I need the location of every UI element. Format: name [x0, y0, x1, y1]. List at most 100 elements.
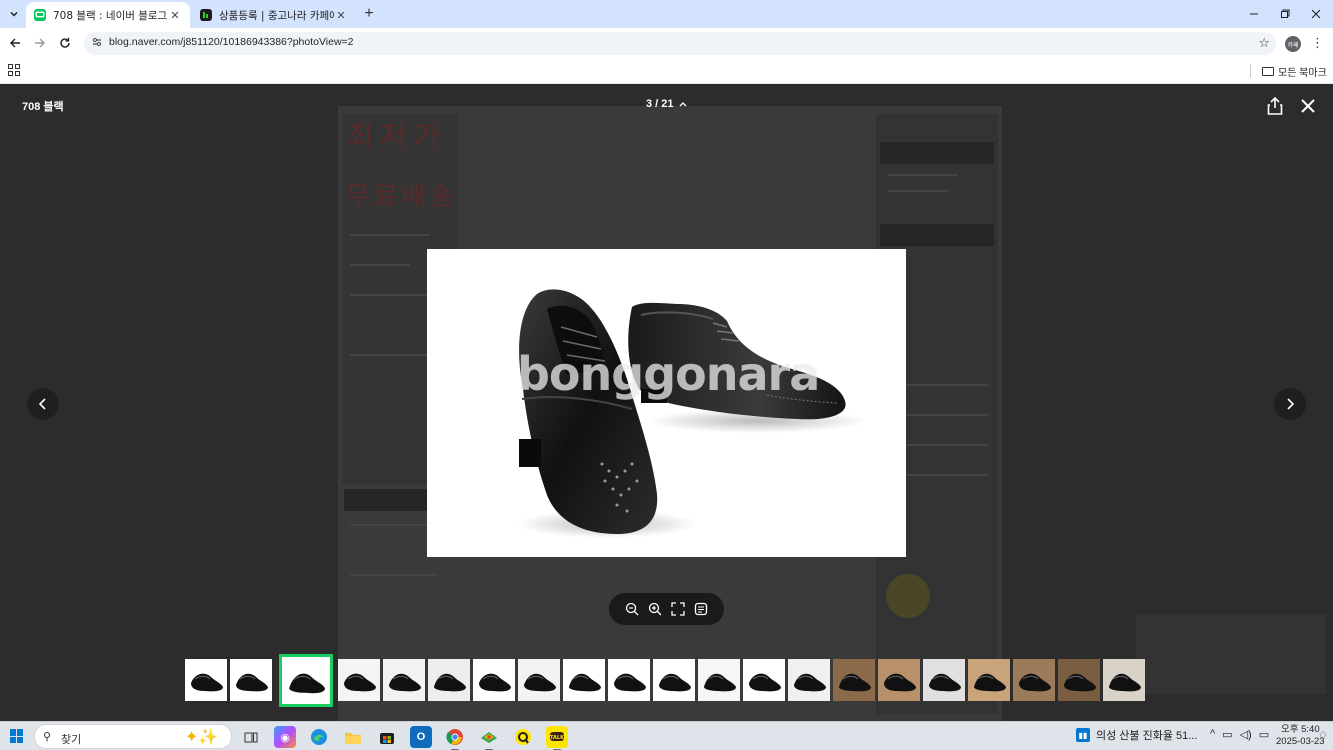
- forward-arrow-icon[interactable]: [29, 32, 51, 54]
- thumbnail[interactable]: [743, 659, 785, 701]
- task-view-icon[interactable]: [240, 726, 262, 748]
- network-icon[interactable]: ▭: [1222, 728, 1232, 741]
- zoom-out-icon[interactable]: [624, 601, 640, 617]
- fullscreen-icon[interactable]: [670, 601, 686, 617]
- thumbnail[interactable]: [608, 659, 650, 701]
- viewer-close-icon[interactable]: [1298, 96, 1318, 116]
- tab-close-icon[interactable]: ✕: [168, 9, 182, 22]
- shoe-thumbnail-image: [704, 673, 736, 692]
- naver-blog-icon: [34, 9, 46, 21]
- microsoft-store-icon[interactable]: [376, 726, 398, 748]
- folder-icon: [1262, 67, 1274, 76]
- window-close-icon[interactable]: [1299, 0, 1333, 28]
- main-photo: bonggonara: [427, 249, 906, 557]
- thumbnail[interactable]: [653, 659, 695, 701]
- chrome-icon[interactable]: [444, 726, 466, 750]
- tray-overflow-chevron-icon[interactable]: ^: [1210, 728, 1215, 741]
- thumbnail[interactable]: [563, 659, 605, 701]
- dimmed-text-line: [888, 190, 948, 192]
- windows-taskbar: ⚲ 찾기 ✦✨ ◉ O TALK ▮▮ 의성 산불 진화율 51... ^ ▭ …: [0, 721, 1333, 750]
- kakaotalk-icon[interactable]: TALK: [546, 726, 568, 750]
- thumbnail[interactable]: [428, 659, 470, 701]
- shoe-thumbnail-image: [389, 673, 421, 692]
- shoe-thumbnail-image: [1019, 673, 1051, 692]
- share-icon[interactable]: [1266, 96, 1284, 116]
- shoe-thumbnail-image: [794, 673, 826, 692]
- previous-photo-button[interactable]: [27, 388, 59, 420]
- thumbnail-selected[interactable]: [279, 654, 333, 707]
- thumbnail[interactable]: [878, 659, 920, 701]
- photo-counter[interactable]: 3 / 21: [646, 98, 687, 110]
- dimmed-text-line: [350, 354, 435, 356]
- reload-icon[interactable]: [54, 32, 76, 54]
- address-bar[interactable]: blog.naver.com/j851120/10186943386?photo…: [84, 32, 1276, 55]
- outlook-icon[interactable]: O: [410, 726, 432, 748]
- thumbnail[interactable]: [1058, 659, 1100, 701]
- copilot-sparkle-icon: ✦✨: [185, 729, 219, 746]
- thumbnail[interactable]: [518, 659, 560, 701]
- chevron-left-icon: [38, 398, 46, 410]
- viewer-title: 708 블랙: [22, 101, 64, 113]
- taskbar-search-box[interactable]: ⚲ 찾기 ✦✨: [34, 724, 232, 749]
- caption-icon[interactable]: [693, 601, 709, 617]
- thumbnail[interactable]: [923, 659, 965, 701]
- search-icon: ⚲: [43, 731, 52, 743]
- profile-avatar[interactable]: 카페: [1285, 36, 1301, 52]
- shoe-thumbnail-image: [344, 673, 376, 692]
- new-tab-button[interactable]: +: [360, 4, 378, 24]
- dimmed-text-line: [888, 174, 958, 176]
- colorful-app-icon[interactable]: [478, 726, 500, 750]
- site-info-icon[interactable]: [90, 36, 104, 50]
- kakao-circle-icon[interactable]: [512, 726, 534, 748]
- thumbnail[interactable]: [1013, 659, 1055, 701]
- thumbnail[interactable]: [1103, 659, 1145, 701]
- next-photo-button[interactable]: [1274, 388, 1306, 420]
- chevron-up-icon[interactable]: [679, 100, 687, 109]
- zoom-in-icon[interactable]: [647, 601, 663, 617]
- shoe-thumbnail-image: [929, 673, 961, 692]
- thumbnail[interactable]: [788, 659, 830, 701]
- thumbnail[interactable]: [230, 659, 272, 701]
- shoe-thumbnail-image: [289, 673, 326, 694]
- tab-close-icon[interactable]: ✕: [334, 9, 348, 22]
- news-widget[interactable]: ▮▮ 의성 산불 진화율 51...: [1076, 727, 1197, 743]
- bookmark-star-icon[interactable]: ☆: [1258, 35, 1270, 51]
- file-explorer-icon[interactable]: [342, 726, 364, 748]
- shoe-photo: [517, 289, 867, 538]
- shoe-thumbnail-image: [614, 673, 646, 692]
- apps-grid-icon[interactable]: [8, 64, 20, 76]
- thumbnail[interactable]: [338, 659, 380, 701]
- volume-icon[interactable]: ◁): [1240, 728, 1252, 741]
- tab-strip: 708 블랙 : 네이버 블로그 ✕ 상품등록 | 중고나라 카페에서 ✕ +: [0, 0, 1333, 28]
- thumbnail[interactable]: [185, 659, 227, 701]
- dimmed-text-line: [350, 264, 410, 266]
- shoe-thumbnail-image: [749, 673, 781, 692]
- battery-icon[interactable]: ▭: [1259, 728, 1269, 741]
- zoom-toolbar: [609, 593, 724, 625]
- copilot-icon[interactable]: ◉: [274, 726, 296, 748]
- svg-text:TALK: TALK: [550, 735, 565, 741]
- shoe-thumbnail-image: [884, 673, 916, 692]
- all-bookmarks-folder[interactable]: 모든 북마크: [1262, 64, 1327, 79]
- shoe-thumbnail-image: [569, 673, 601, 692]
- edge-icon[interactable]: [308, 726, 330, 748]
- windows-start-icon[interactable]: [10, 729, 24, 743]
- browser-menu-icon[interactable]: ⋮: [1311, 35, 1324, 51]
- thumbnail[interactable]: [968, 659, 1010, 701]
- system-tray: ^ ▭ ◁) ▭: [1210, 728, 1269, 741]
- thumbnail[interactable]: [473, 659, 515, 701]
- tab-naver-blog[interactable]: 708 블랙 : 네이버 블로그 ✕: [26, 2, 190, 28]
- thumbnail[interactable]: [383, 659, 425, 701]
- shoe-thumbnail-image: [236, 673, 268, 692]
- tab-search-chevron-icon[interactable]: [4, 4, 24, 24]
- restore-icon[interactable]: [1268, 0, 1302, 28]
- back-arrow-icon[interactable]: [4, 32, 26, 54]
- dimmed-header-bar: [880, 142, 994, 164]
- notification-bell-icon[interactable]: ♢: [1318, 729, 1328, 742]
- thumbnail[interactable]: [698, 659, 740, 701]
- thumbnail[interactable]: [833, 659, 875, 701]
- tab-joonggonara[interactable]: 상품등록 | 중고나라 카페에서 ✕: [192, 2, 356, 28]
- news-headline: 의성 산불 진화율 51...: [1096, 730, 1198, 742]
- photo-viewer-overlay: 최저가 무료배송 708 블랙 3 / 21 bonggonara: [0, 84, 1333, 721]
- minimize-icon[interactable]: [1237, 0, 1271, 28]
